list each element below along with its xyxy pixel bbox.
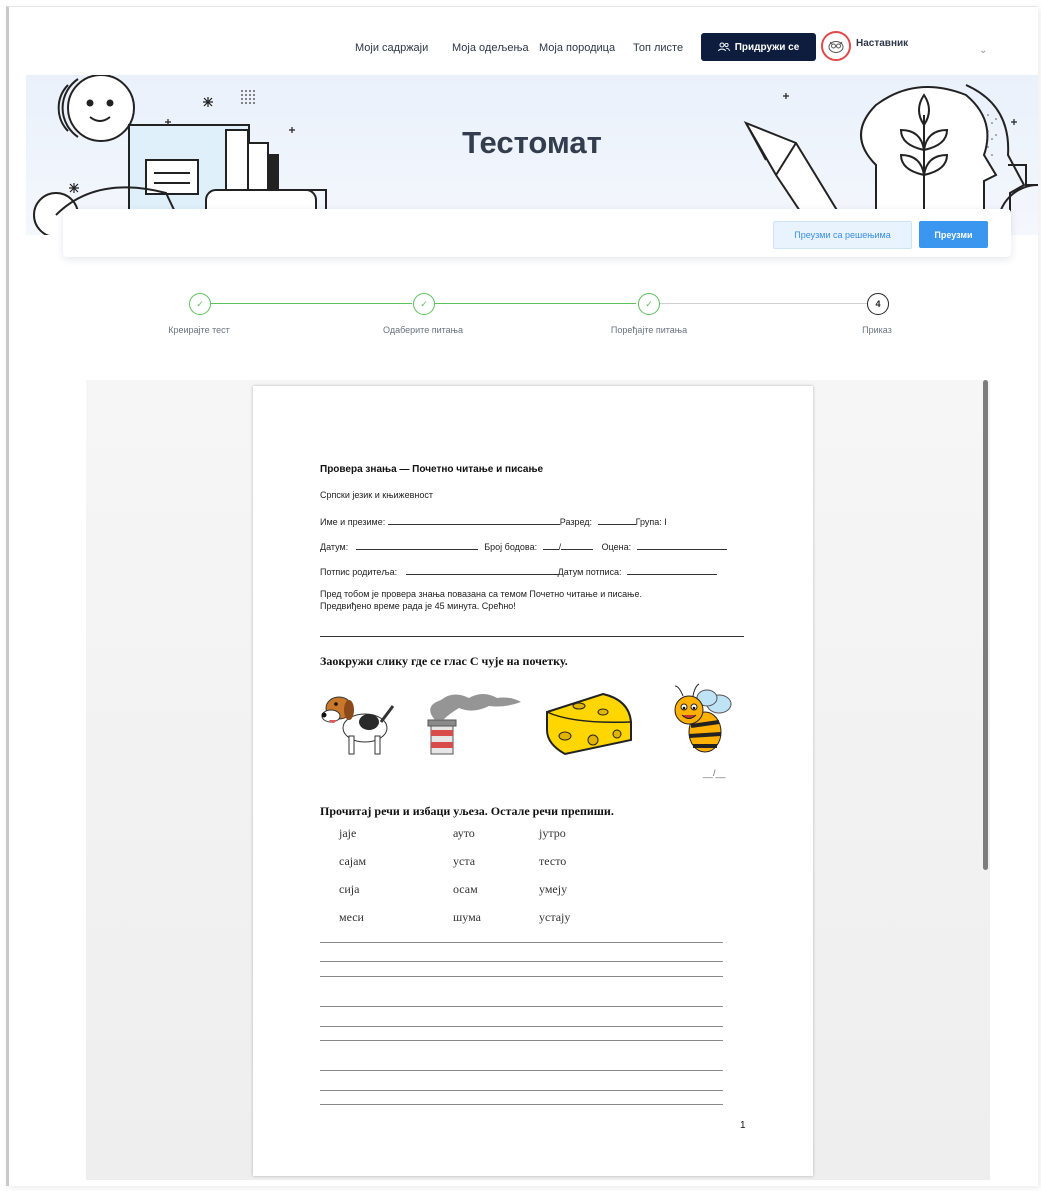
writing-line [320,1090,723,1091]
sign-date-label: Датум потписа: [557,567,622,577]
step-connector [434,303,636,304]
date-points-mark-row: Датум: Број бодова: / Оцена: [320,540,727,552]
dog-icon [321,696,395,755]
grade-label: Разред: [559,517,593,527]
question-2: Прочитај речи и избаци уљеза. Остале реч… [320,804,614,818]
preview-scrollbar[interactable] [983,380,988,870]
word-cell: сајам [339,854,367,868]
nav-my-classes[interactable]: Моја одељења [452,42,529,54]
word-cell: сија [339,882,360,896]
writing-line [320,1040,723,1041]
step-2-check-icon[interactable]: ✓ [413,293,435,315]
test-page: Провера знања — Почетно читање и писање … [253,386,813,1176]
name-grade-group-row: Име и презиме: Разред: Група: I [320,515,667,527]
user-role[interactable]: Наставник [856,38,908,49]
chimney-smoke-icon [427,694,521,755]
cheese-icon [546,692,632,756]
join-button[interactable]: Придружи се [701,33,816,61]
download-button[interactable]: Преузми [919,221,988,248]
word-cell: јаје [339,826,357,840]
writing-line [320,1026,723,1027]
writing-line [320,1006,723,1007]
writing-line [320,961,723,962]
step-1-check-icon[interactable]: ✓ [189,293,211,315]
word-cell: осам [453,882,478,896]
name-label: Име и презиме: [320,517,386,527]
nav-top-lists[interactable]: Топ листе [633,42,683,54]
nav-my-content[interactable]: Моји садржаји [355,42,428,54]
writing-line [320,1104,723,1105]
step-label-preview: Приказ [862,325,892,335]
join-button-label: Придружи се [734,41,800,53]
app-window: Моји садржаји Моја одељења Моја породица… [6,6,1038,1186]
step-3-check-icon[interactable]: ✓ [638,293,660,315]
intro-line-2: Предвиђено време рада је 45 минута. Срећ… [320,601,516,611]
word-cell: тесто [539,854,567,868]
date-label: Датум: [320,542,349,552]
intro-line-1: Пред тобом је провера знања повазана са … [320,589,642,599]
writing-line [320,942,723,943]
word-cell: устају [539,910,571,924]
signature-row: Потпис родитеља: Датум потписа: [320,565,718,577]
bee-icon [674,683,732,753]
owl-icon [828,41,844,53]
writing-line [320,1070,723,1071]
avatar[interactable] [821,31,851,61]
download-actions-card: Преузми са решењима Преузми [63,209,1011,257]
word-cell: јутро [539,826,566,840]
points-label: Број бодова: [484,542,538,552]
chevron-down-icon[interactable]: ⌄ [979,45,987,56]
step-connector [658,303,867,304]
page-number: 1 [740,1120,746,1131]
word-cell: ауто [453,826,475,840]
users-icon [717,42,730,52]
step-label-order: Поређајте питања [610,325,688,335]
nav-my-family[interactable]: Моја породица [539,42,615,54]
question-1: Заокружи слику где се глас С чује на поч… [320,654,568,668]
writing-line [320,976,723,977]
word-cell: шума [453,910,481,924]
step-label-create: Креирајте тест [168,325,230,335]
word-cell: меси [339,910,364,924]
progress-stepper: ✓ ✓ ✓ 4 Креирајте тест Одаберите питања … [9,287,1038,347]
top-nav: Моји садржаји Моја одељења Моја породица… [9,31,1038,73]
parent-sign-label: Потпис родитеља: [320,567,398,577]
word-cell: уста [453,854,476,868]
step-label-select: Одаберите питања [383,325,463,335]
divider [320,636,744,637]
word-cell: умеју [539,882,568,896]
step-connector [210,303,412,304]
group-label: Група: I [635,517,667,527]
test-title: Провера знања — Почетно читање и писање [320,464,544,475]
mark-label: Оцена: [601,542,632,552]
step-4-number[interactable]: 4 [867,293,889,315]
test-subject: Српски језик и књижевност [320,490,433,500]
question-1-score: __/__ [703,768,726,778]
download-with-solutions-button[interactable]: Преузми са решењима [773,221,912,249]
